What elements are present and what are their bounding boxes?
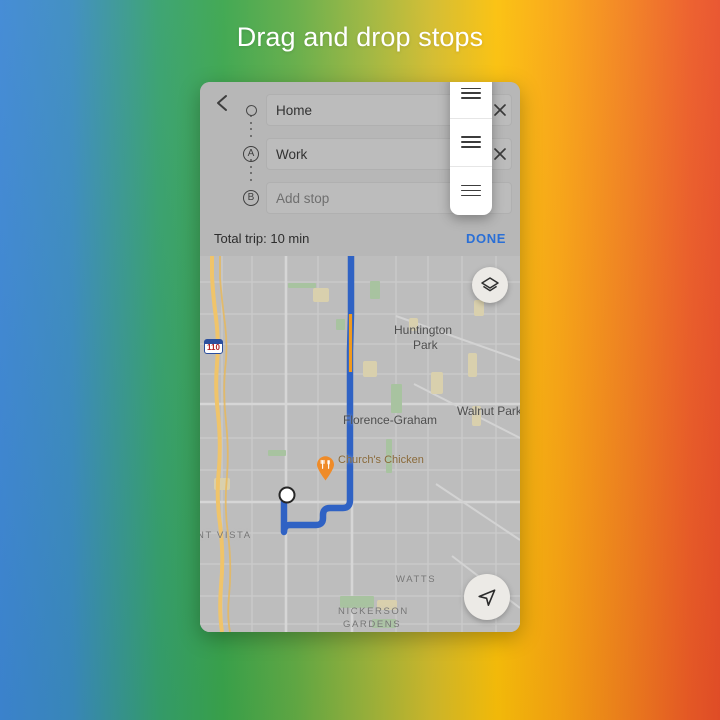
phone-mockup: Home A Work B Add stop Total trip: 10 mi… bbox=[200, 82, 520, 632]
restaurant-pin-icon[interactable] bbox=[316, 456, 335, 481]
map-label-churchs-chicken[interactable]: Church's Chicken bbox=[338, 454, 424, 466]
total-trip-label: Total trip: 10 min bbox=[214, 230, 310, 246]
my-location-button[interactable] bbox=[464, 574, 510, 620]
waypoint-b-badge: B bbox=[240, 176, 262, 220]
drag-handle-1[interactable] bbox=[450, 82, 492, 118]
map-canvas bbox=[200, 256, 520, 632]
done-button[interactable]: DONE bbox=[466, 231, 506, 246]
interstate-shield-110: 110 bbox=[204, 339, 223, 354]
clear-stop-work-button[interactable] bbox=[489, 143, 511, 165]
drag-handle-card[interactable] bbox=[450, 82, 492, 215]
map-label-huntington-park-1: Huntington bbox=[394, 323, 453, 337]
map-label-nickerson-2: GARDENS bbox=[343, 619, 402, 630]
page-title: Drag and drop stops bbox=[236, 22, 484, 52]
map-layers-icon bbox=[481, 277, 499, 292]
stop-rows: Home A Work B Add stop bbox=[200, 82, 520, 220]
map-label-walnut-park: Walnut Park bbox=[457, 404, 520, 418]
drag-handle-2[interactable] bbox=[450, 117, 492, 167]
directions-panel: Home A Work B Add stop Total trip: 10 mi… bbox=[200, 82, 520, 256]
map-view[interactable]: Huntington Park Walnut Park Florence-Gra… bbox=[200, 256, 520, 632]
map-label-huntington-park-2: Park bbox=[413, 338, 438, 352]
map-label-florence-graham: Florence-Graham bbox=[343, 413, 438, 427]
drag-handle-3[interactable] bbox=[450, 166, 492, 215]
map-layers-button[interactable] bbox=[472, 267, 508, 303]
panel-footer: Total trip: 10 min DONE bbox=[200, 220, 520, 256]
map-label-watts: WATTS bbox=[396, 574, 437, 585]
waypoint-a-badge: A bbox=[240, 132, 262, 176]
map-label-nickerson-1: NICKERSON bbox=[338, 606, 409, 617]
my-location-icon bbox=[478, 589, 496, 606]
screen-root: Drag and drop stops Home A Work B Add st… bbox=[0, 0, 720, 720]
map-label-mount-vista: NT VISTA bbox=[200, 530, 252, 541]
origin-circle-icon bbox=[240, 88, 262, 132]
clear-stop-home-button[interactable] bbox=[489, 99, 511, 121]
